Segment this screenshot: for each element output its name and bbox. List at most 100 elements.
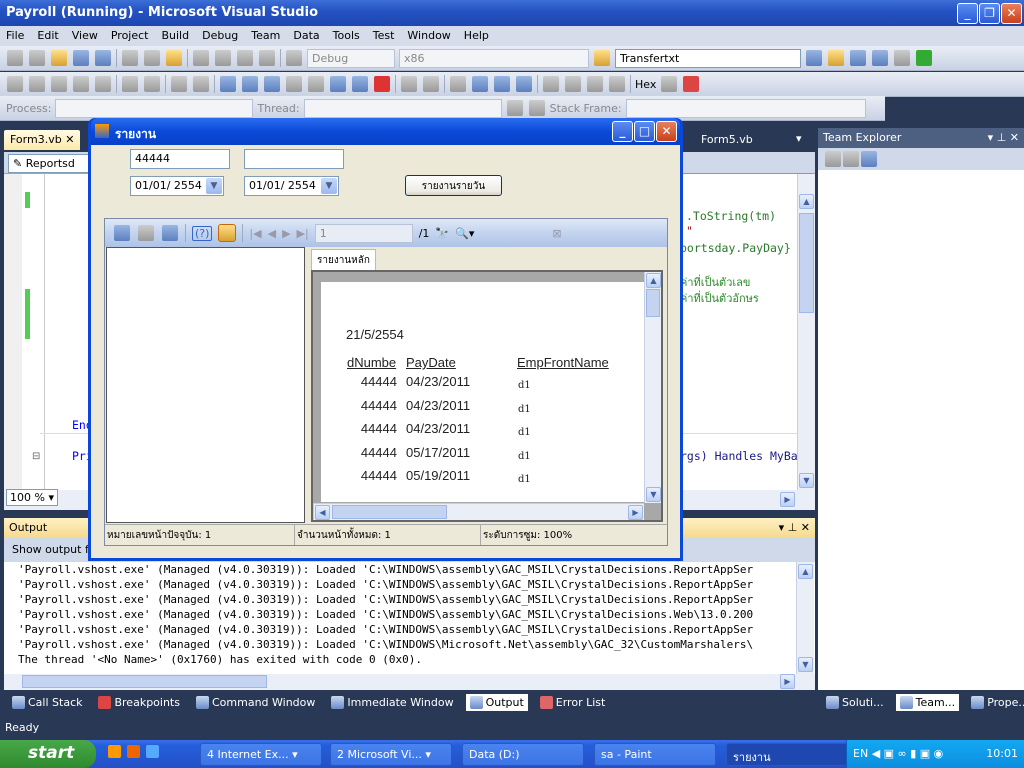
font-icon[interactable] <box>73 76 89 92</box>
bookmark-doc-icon[interactable] <box>330 76 346 92</box>
taskbar-item-paint[interactable]: sa - Paint <box>594 743 716 766</box>
close-tab-icon[interactable]: ✕ <box>65 133 74 146</box>
navigate-forward-icon[interactable] <box>259 50 275 66</box>
browser-icon[interactable] <box>127 745 140 758</box>
uncomment-icon[interactable] <box>193 76 209 92</box>
page-number-input[interactable]: 1 <box>314 223 413 243</box>
next-page-icon[interactable]: ▶ <box>282 227 290 240</box>
scroll-up-button[interactable]: ▲ <box>798 564 813 579</box>
step-into-icon[interactable] <box>565 76 581 92</box>
menu-test[interactable]: Test <box>373 29 395 43</box>
stack-frame-select[interactable] <box>625 98 866 118</box>
report-horizontal-scrollbar[interactable]: ◀ ▶ <box>313 503 644 520</box>
stop-debugging-icon[interactable] <box>494 76 510 92</box>
clear-bookmarks-icon[interactable] <box>374 76 390 92</box>
scroll-right-button[interactable]: ▶ <box>780 492 795 507</box>
scroll-thumb[interactable] <box>646 289 660 317</box>
dialog-maximize-button[interactable]: □ <box>634 121 655 142</box>
editor-vertical-scrollbar[interactable]: ▲ ▼ <box>797 174 815 490</box>
bookmark-doc-next-icon[interactable] <box>352 76 368 92</box>
menu-file[interactable]: File <box>6 29 24 43</box>
last-page-icon[interactable]: ▶| <box>297 227 309 240</box>
menu-help[interactable]: Help <box>464 29 489 43</box>
taskbar-item-data-drive[interactable]: Data (D:) <box>462 743 584 766</box>
tab-form5[interactable]: Form5.vb <box>695 130 759 150</box>
tab-main-report[interactable]: รายงานหลัก <box>311 249 376 270</box>
tab-immediate-window[interactable]: Immediate Window <box>327 694 457 711</box>
tab-command-window[interactable]: Command Window <box>192 694 319 711</box>
open-icon[interactable] <box>51 50 67 66</box>
copy-icon[interactable] <box>144 50 160 66</box>
dialog-close-button[interactable]: ✕ <box>656 121 677 142</box>
navigate-back-icon[interactable] <box>237 50 253 66</box>
text-toolbar-icon[interactable] <box>7 76 23 92</box>
menu-debug[interactable]: Debug <box>202 29 238 43</box>
solution-explorer-icon[interactable] <box>806 50 822 66</box>
restore-button[interactable]: ❐ <box>979 3 1000 24</box>
output-panel-controls-icon[interactable]: ▾ ⊥ ✕ <box>779 521 810 534</box>
filter-icon[interactable] <box>528 100 545 116</box>
menu-edit[interactable]: Edit <box>37 29 58 43</box>
restart-icon[interactable] <box>516 76 532 92</box>
group-tree-pane[interactable] <box>106 247 305 523</box>
configuration-select[interactable]: Debug <box>307 48 395 68</box>
tab-call-stack[interactable]: Call Stack <box>8 694 86 711</box>
menu-view[interactable]: View <box>72 29 98 43</box>
employee-id-input[interactable]: 44444 <box>130 149 230 169</box>
layout-icon[interactable] <box>423 76 439 92</box>
bookmark-next-icon[interactable] <box>264 76 280 92</box>
find-combo[interactable]: Transfertxt <box>615 48 801 68</box>
save-icon[interactable] <box>73 50 89 66</box>
first-page-icon[interactable]: |◀ <box>249 227 261 240</box>
print-icon[interactable] <box>138 225 154 241</box>
scroll-down-button[interactable]: ▼ <box>646 487 661 502</box>
minimize-button[interactable]: _ <box>957 3 978 24</box>
close-view-icon[interactable]: ⊠ <box>552 227 561 240</box>
redo-icon[interactable] <box>215 50 231 66</box>
taskbar-item-internet-explorer[interactable]: 4 Internet Ex... ▾ <box>200 743 322 766</box>
tray-icons[interactable]: ◀ ▣ ∞ ▮ ▣ ◉ <box>872 747 944 760</box>
connect-icon[interactable] <box>861 151 877 167</box>
undo-icon[interactable] <box>193 50 209 66</box>
chevron-down-icon[interactable]: ▼ <box>206 178 222 194</box>
collapse-icon[interactable]: ⊟ <box>32 451 40 462</box>
break-all-icon[interactable] <box>472 76 488 92</box>
zoom-select[interactable]: 100 % ▾ <box>6 489 58 506</box>
toggle-group-tree-icon[interactable] <box>218 224 237 242</box>
add-item-icon[interactable] <box>29 50 45 66</box>
refresh-icon[interactable] <box>825 151 841 167</box>
step-out-icon[interactable] <box>609 76 625 92</box>
start-button[interactable]: start <box>0 740 96 768</box>
tab-team-explorer[interactable]: Team... <box>895 693 960 711</box>
start-icon[interactable] <box>286 50 302 66</box>
save-all-icon[interactable] <box>95 50 111 66</box>
platform-select[interactable]: x86 <box>399 48 589 68</box>
scroll-left-button[interactable]: ◀ <box>315 505 330 520</box>
pointer-icon[interactable] <box>29 76 45 92</box>
pointer-icon-2[interactable] <box>51 76 67 92</box>
indent-icon[interactable] <box>144 76 160 92</box>
menu-team[interactable]: Team <box>251 29 280 43</box>
step-over-icon[interactable] <box>587 76 603 92</box>
bookmark-folder-icon[interactable] <box>286 76 302 92</box>
output-text[interactable]: 'Payroll.vshost.exe' (Managed (v4.0.3031… <box>4 562 801 674</box>
find-icon[interactable]: 🔭 <box>435 227 449 240</box>
chevron-down-icon[interactable]: ▼ <box>321 178 337 194</box>
exceptions-icon[interactable] <box>661 76 678 92</box>
export-icon[interactable] <box>114 225 130 241</box>
daily-report-button[interactable]: รายงานรายวัน <box>405 175 502 196</box>
tab-list-dropdown-icon[interactable]: ▾ <box>796 132 802 145</box>
scroll-right-button[interactable]: ▶ <box>780 674 795 689</box>
output-vertical-scrollbar[interactable]: ▲ ▼ <box>796 562 814 674</box>
menu-project[interactable]: Project <box>111 29 149 43</box>
second-input[interactable] <box>244 149 344 169</box>
menu-window[interactable]: Window <box>407 29 450 43</box>
scroll-down-button[interactable]: ▼ <box>799 473 814 488</box>
panel-close-icon[interactable]: ▾ ⊥ ✕ <box>988 131 1019 144</box>
bookmark-icon[interactable] <box>220 76 236 92</box>
previous-page-icon[interactable]: ◀ <box>268 227 276 240</box>
firefox-icon[interactable] <box>108 745 121 758</box>
thread-select[interactable] <box>303 98 502 118</box>
scroll-down-button[interactable]: ▼ <box>798 657 813 672</box>
scroll-right-button[interactable]: ▶ <box>628 505 643 520</box>
